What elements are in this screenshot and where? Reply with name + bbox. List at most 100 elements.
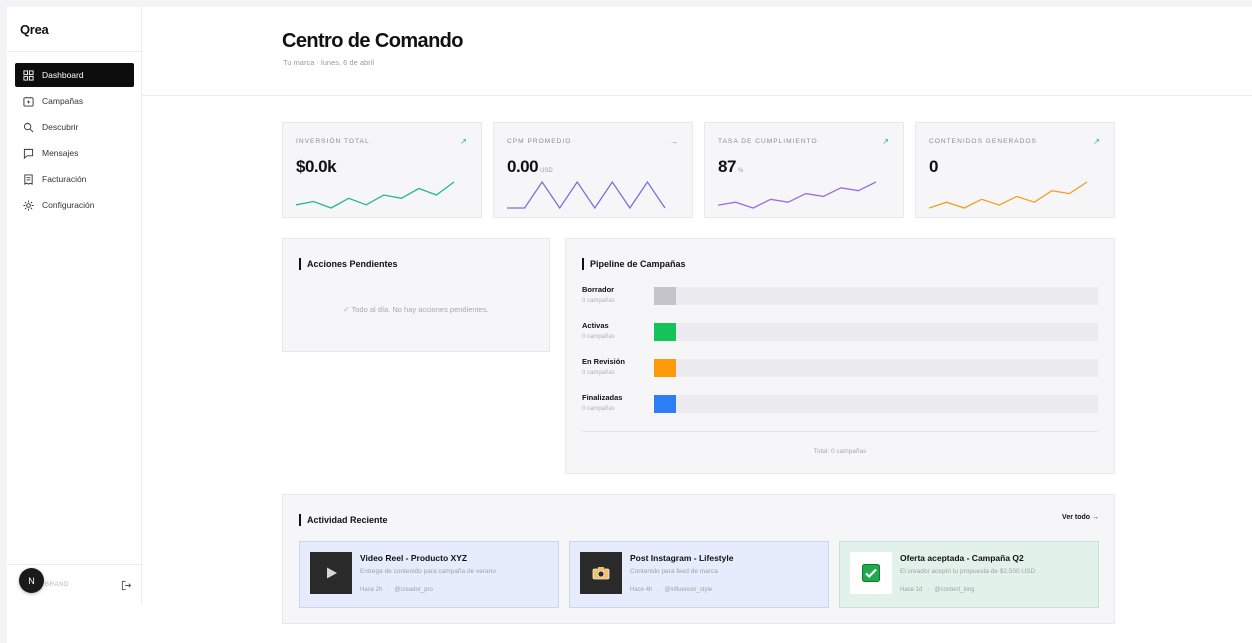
sidebar: Qrea Dashboard Campañas Descubrir Mensaj…: [7, 7, 142, 604]
kpi-value: $0.0k: [296, 157, 338, 177]
activity-card[interactable]: Post Instagram - Lifestyle Contenido para…: [569, 541, 829, 608]
activity-time: Hace 2h: [360, 587, 383, 593]
sparkline-line: [507, 180, 666, 210]
activity-handle: @influencer_style: [664, 587, 713, 593]
activity-thumbnail: [580, 552, 622, 594]
sidebar-item-label: Configuración: [42, 200, 95, 210]
search-icon: [23, 122, 34, 132]
pipeline-stage-row[interactable]: Activas 0 campañas: [582, 321, 1099, 349]
activity-meta: Hace 1d · @content_king: [900, 587, 974, 593]
pipeline-stage-row[interactable]: Finalizadas 0 campañas: [582, 393, 1099, 421]
pipeline-stage-row[interactable]: En Revisión 0 campañas: [582, 357, 1099, 385]
play-icon: [323, 565, 339, 581]
sparkline-chart: [929, 181, 1088, 209]
trend-up-icon: ↗: [882, 137, 889, 146]
activity-title: Oferta aceptada - Campaña Q2: [900, 553, 1024, 563]
pipeline-stage-bar: [654, 287, 1098, 305]
gear-icon: [23, 199, 34, 211]
kpi-card-cumplimiento[interactable]: TASA DE CUMPLIMIENTO ↗ 87%: [704, 122, 904, 218]
kpi-value-text: $0.0k: [296, 157, 337, 176]
meta-separator: ·: [387, 587, 390, 593]
check-icon: [862, 564, 880, 582]
page-title: Centro de Comando: [282, 30, 464, 52]
activity-time: Hace 4h: [630, 587, 653, 593]
pipeline-stage-count: 0 campañas: [582, 298, 615, 304]
trend-up-icon: ↗: [460, 137, 467, 146]
sidebar-item-mensajes[interactable]: Mensajes: [15, 141, 134, 165]
pipeline-stage-name: Finalizadas: [582, 393, 623, 402]
activity-thumbnail: [310, 552, 352, 594]
kpi-label: CPM PROMEDIO: [507, 138, 572, 145]
avatar[interactable]: N: [19, 568, 44, 593]
sidebar-item-label: Mensajes: [42, 148, 79, 158]
camera-icon: [592, 566, 610, 580]
activity-meta: Hace 2h · @creador_pro: [360, 587, 433, 593]
activity-handle: @creador_pro: [394, 587, 433, 593]
activity-description: Entrega de contenido para campaña de ver…: [360, 568, 496, 575]
sidebar-item-descubrir[interactable]: Descubrir: [15, 115, 134, 139]
kpi-value: 87%: [718, 157, 743, 177]
megaphone-icon: [23, 96, 34, 107]
kpi-card-cpm[interactable]: CPM PROMEDIO → 0.00 USD: [493, 122, 693, 218]
kpi-card-inversion[interactable]: INVERSIÓN TOTAL ↗ $0.0k: [282, 122, 482, 218]
pipeline-stage-count: 0 campañas: [582, 370, 615, 376]
activity-thumbnail: [850, 552, 892, 594]
sidebar-item-label: Facturación: [42, 174, 87, 184]
empty-state-message: ✓ Todo al día. No hay acciones pendiente…: [343, 305, 489, 314]
panel-title: Pipeline de Campañas: [582, 258, 686, 270]
sidebar-item-label: Descubrir: [42, 122, 79, 132]
activity-card[interactable]: Video Reel - Producto XYZ Entrega de cont…: [299, 541, 559, 608]
kpi-value-text: 87: [718, 157, 736, 176]
pipeline-stage-name: Activas: [582, 321, 609, 330]
sidebar-item-configuracion[interactable]: Configuración: [15, 193, 134, 217]
pipeline-stage-name: Borrador: [582, 285, 615, 294]
activity-description: El creador aceptó tu propuesta de $2,500…: [900, 568, 1036, 575]
kpi-value: 0.00 USD: [507, 157, 553, 177]
sidebar-footer-divider: [7, 564, 142, 565]
sidebar-item-campanas[interactable]: Campañas: [15, 89, 134, 113]
chat-icon: [23, 148, 34, 159]
pipeline-stage-count: 0 campañas: [582, 334, 615, 340]
panel-title: Acciones Pendientes: [299, 258, 398, 270]
kpi-label: TASA DE CUMPLIMIENTO: [718, 138, 818, 145]
activity-time: Hace 1d: [900, 587, 923, 593]
activity-description: Contenido para feed de marca: [630, 568, 718, 575]
sparkline-line: [718, 181, 877, 209]
sidebar-item-label: Campañas: [42, 96, 84, 106]
pipeline-stage-bar: [654, 395, 1098, 413]
pipeline-stage-bar: [654, 359, 1098, 377]
receipt-icon: [24, 173, 33, 185]
sparkline-chart: [718, 181, 877, 209]
pipeline-stage-fill: [654, 359, 676, 377]
pending-actions-panel: Acciones Pendientes ✓ Todo al día. No ha…: [282, 238, 550, 352]
sidebar-item-label: Dashboard: [42, 70, 84, 80]
logout-icon[interactable]: [121, 580, 132, 591]
app-window: Qrea Dashboard Campañas Descubrir Mensaj…: [7, 7, 1252, 643]
pipeline-stage-fill: [654, 395, 676, 413]
activity-handle: @content_king: [934, 587, 975, 593]
kpi-unit: USD: [540, 168, 553, 174]
panel-title: Actividad Reciente: [299, 514, 388, 526]
meta-separator: ·: [657, 587, 660, 593]
pipeline-stage-name: En Revisión: [582, 357, 625, 366]
see-all-link[interactable]: Ver todo →: [1062, 514, 1099, 521]
campaign-pipeline-panel: Pipeline de Campañas Borrador 0 campañas A…: [565, 238, 1115, 474]
kpi-card-contenidos[interactable]: CONTENIDOS GENERADOS ↗ 0: [915, 122, 1115, 218]
sparkline-line: [296, 181, 455, 209]
trend-up-icon: ↗: [1093, 137, 1100, 146]
brand-label: BRAND: [45, 582, 70, 588]
meta-separator: ·: [927, 587, 930, 593]
activity-card[interactable]: Oferta aceptada - Campaña Q2 El creador a…: [839, 541, 1099, 608]
sidebar-item-facturacion[interactable]: Facturación: [15, 167, 134, 191]
trend-flat-icon: →: [670, 137, 678, 146]
page-subtitle: Tu marca · lunes, 6 de abril: [283, 58, 375, 67]
kpi-value-text: 0.00: [507, 157, 539, 176]
sparkline-chart: [507, 180, 666, 210]
sidebar-item-dashboard[interactable]: Dashboard: [15, 63, 134, 87]
kpi-value: 0: [929, 157, 940, 177]
activity-title: Video Reel - Producto XYZ: [360, 553, 468, 563]
sparkline-line: [929, 181, 1088, 209]
pipeline-stage-row[interactable]: Borrador 0 campañas: [582, 285, 1099, 313]
kpi-label: INVERSIÓN TOTAL: [296, 138, 370, 145]
app-logo[interactable]: Qrea: [20, 22, 49, 37]
